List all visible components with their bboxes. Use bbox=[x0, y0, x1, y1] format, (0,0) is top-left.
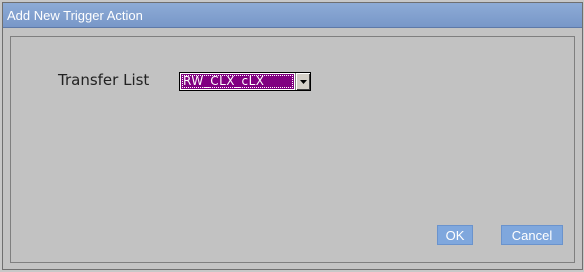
add-trigger-action-dialog: Add New Trigger Action Transfer List RW_… bbox=[2, 2, 583, 270]
ok-button[interactable]: OK bbox=[437, 225, 473, 245]
transfer-list-selected-value[interactable]: RW_CLX_cLX bbox=[181, 74, 294, 89]
dialog-title-bar[interactable]: Add New Trigger Action bbox=[3, 3, 582, 28]
transfer-list-label: Transfer List bbox=[58, 71, 150, 89]
chevron-down-icon bbox=[299, 79, 307, 84]
dropdown-arrow-button[interactable] bbox=[295, 73, 310, 90]
dialog-content-panel: Transfer List RW_CLX_cLX OK Cancel bbox=[10, 36, 575, 263]
dialog-title: Add New Trigger Action bbox=[7, 8, 143, 23]
cancel-button[interactable]: Cancel bbox=[501, 225, 563, 245]
transfer-list-dropdown[interactable]: RW_CLX_cLX bbox=[179, 72, 311, 91]
